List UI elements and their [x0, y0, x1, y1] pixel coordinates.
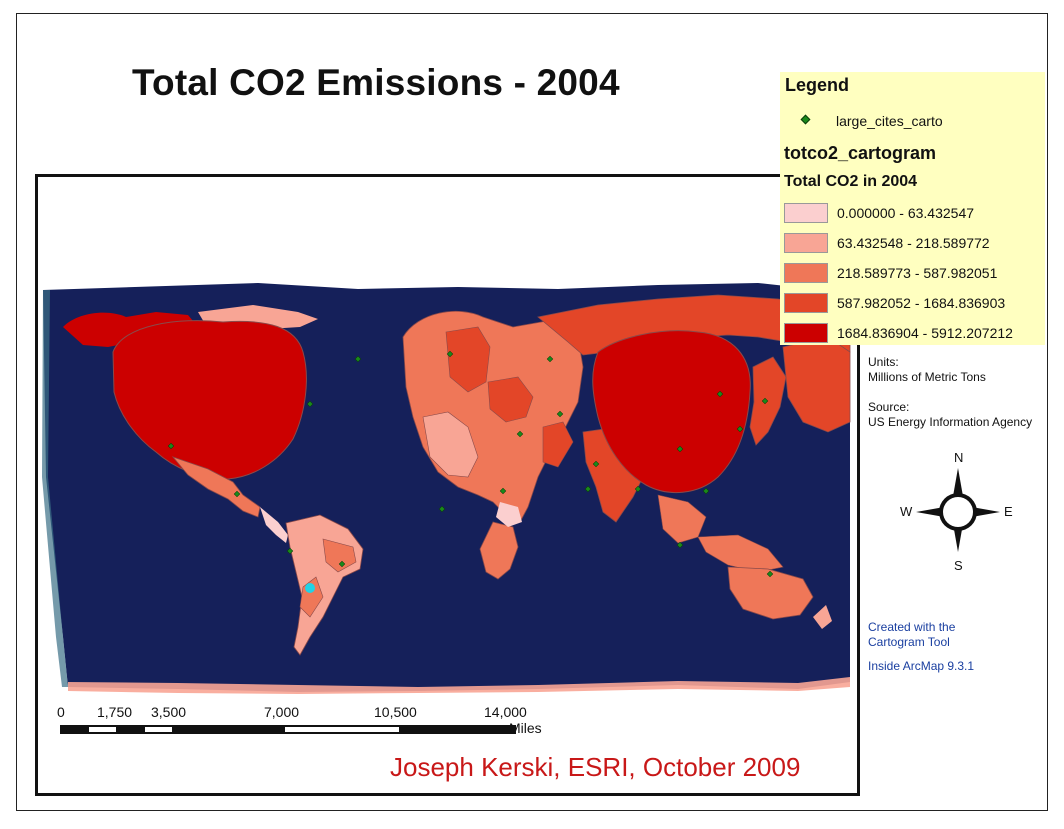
legend-field-name: Total CO2 in 2004 — [784, 173, 918, 190]
legend-swatch — [784, 293, 828, 313]
scale-tick: 3,500 — [151, 704, 187, 720]
scale-tick: 1,750 — [97, 704, 133, 720]
legend-class-row: 218.589773 - 587.982051 — [784, 263, 1044, 285]
source-value: US Energy Information Agency — [868, 415, 1033, 429]
legend-class-label: 218.589773 - 587.982051 — [837, 265, 998, 281]
source-heading: Source: — [868, 400, 910, 414]
highlight-point — [305, 583, 315, 593]
units-heading: Units: — [868, 355, 899, 369]
created-line2: Cartogram Tool — [868, 635, 950, 649]
scale-tick: 14,000 — [484, 704, 527, 720]
legend-class-label: 587.982052 - 1684.836903 — [837, 295, 1006, 311]
units-block: Units: Millions of Metric Tons — [868, 355, 986, 385]
created-block: Created with the Cartogram Tool Inside A… — [868, 620, 974, 674]
city-symbol-icon — [800, 114, 811, 125]
legend-swatch — [784, 263, 828, 283]
scale-tick: 0 — [57, 704, 65, 720]
legend-class-row: 63.432548 - 218.589772 — [784, 233, 1044, 255]
units-value: Millions of Metric Tons — [868, 370, 986, 384]
legend-swatch — [784, 323, 828, 343]
created-line1: Created with the — [868, 620, 956, 634]
legend-swatch — [784, 233, 828, 253]
scale-tick: 10,500 — [374, 704, 417, 720]
scale-tick: 7,000 — [264, 704, 300, 720]
legend-class-row: 0.000000 - 63.432547 — [784, 203, 1044, 225]
source-block: Source: US Energy Information Agency — [868, 400, 1032, 430]
legend-cities-label: large_cites_carto — [836, 113, 943, 129]
scalebar: 0 1,750 3,500 7,000 10,500 14,000 Miles — [46, 704, 566, 744]
legend-class-label: 0.000000 - 63.432547 — [837, 205, 975, 221]
map-title: Total CO2 Emissions - 2004 — [132, 62, 620, 103]
north-arrow: N W E S — [898, 450, 1018, 574]
legend-swatch — [784, 203, 828, 223]
created-line3: Inside ArcMap 9.3.1 — [868, 659, 975, 673]
legend-heading: Legend — [785, 75, 850, 95]
legend-class-label: 63.432548 - 218.589772 — [837, 235, 990, 251]
compass-rose-icon — [916, 468, 1000, 552]
legend: Legend large_cites_carto totco2_cartogra… — [780, 72, 1045, 345]
scale-units: Miles — [509, 720, 542, 736]
author-credit: Joseph Kerski, ESRI, October 2009 — [390, 752, 801, 782]
legend-class-row: 1684.836904 - 5912.207212 — [784, 323, 1044, 345]
map-frame — [35, 174, 860, 796]
legend-layer-name: totco2_cartogram — [784, 143, 937, 163]
legend-class-row: 587.982052 - 1684.836903 — [784, 293, 1044, 315]
legend-class-label: 1684.836904 - 5912.207212 — [837, 325, 1013, 341]
cartogram-map[interactable] — [38, 177, 857, 793]
scale-bar-graphic — [60, 725, 516, 734]
